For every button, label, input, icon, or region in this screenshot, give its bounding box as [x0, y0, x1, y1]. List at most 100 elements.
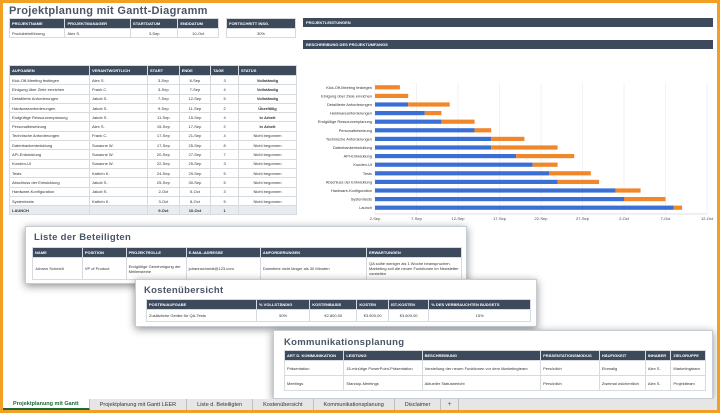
- task-row[interactable]: Systemtests Kathrin K. 3-Oct 8-Oct 5 Nicht be…: [9, 195, 298, 207]
- task-name[interactable]: Abschluss der Entwicklung: [9, 177, 90, 188]
- task-name[interactable]: Hardwareanforderungen: [9, 102, 90, 114]
- comm-mode[interactable]: Persönlich: [540, 360, 600, 376]
- task-owner[interactable]: [89, 205, 148, 216]
- task-name[interactable]: Personalbesetzung: [9, 121, 90, 132]
- task-owner[interactable]: Jakob S.: [89, 177, 148, 188]
- comm-deliverable[interactable]: 15-minütige PowerPoint-Präsentation: [343, 360, 423, 376]
- task-row[interactable]: Tests Kathrin K. 24-Sep 29-Sep 5 Nicht begonn…: [9, 167, 298, 179]
- task-end[interactable]: 15-Sep: [178, 112, 212, 123]
- task-row[interactable]: LAUNCH 9-Oct 10-Oct 1: [9, 205, 298, 216]
- task-days[interactable]: 5: [210, 177, 239, 188]
- task-status[interactable]: Nicht begonnen: [237, 158, 298, 169]
- task-row[interactable]: Hardware-Konfiguration Jakob S. 2-Oct 5-Oct…: [9, 186, 298, 197]
- task-status[interactable]: Vollständig: [237, 93, 298, 104]
- task-owner[interactable]: Jakob S.: [89, 112, 148, 123]
- task-days[interactable]: 3: [210, 74, 239, 86]
- task-start[interactable]: 15-Sep: [147, 121, 180, 132]
- task-status[interactable]: Nicht begonnen: [237, 195, 298, 207]
- task-end[interactable]: 27-Sep: [178, 149, 212, 160]
- task-row[interactable]: Datenbankentwicklung Susanne W. 17-Sep 25-S…: [9, 140, 298, 151]
- task-name[interactable]: Technische Anforderungen: [9, 130, 90, 142]
- task-start[interactable]: 7-Sep: [147, 93, 180, 104]
- comm-row[interactable]: Präsentation 15-minütige PowerPoint-Präse…: [283, 360, 706, 376]
- task-days[interactable]: 4: [210, 130, 239, 142]
- cost-basis[interactable]: €2.800,00: [309, 309, 358, 322]
- comm-audience[interactable]: Marketingteam: [670, 360, 706, 376]
- comm-type[interactable]: Präsentation: [283, 360, 345, 376]
- task-start[interactable]: 3-Sep: [147, 84, 180, 95]
- project-manager-cell[interactable]: Alex S.: [64, 27, 132, 39]
- task-owner[interactable]: Frank C.: [89, 84, 148, 95]
- task-name[interactable]: Endgültige Ressourcenplanung: [9, 112, 90, 123]
- task-end[interactable]: 30-Sep: [178, 177, 212, 188]
- sheet-tab[interactable]: Disclaimer: [395, 399, 442, 410]
- add-sheet-button[interactable]: +: [441, 399, 459, 410]
- sheet-tab[interactable]: Projektplanung mit Gantt LEER: [90, 399, 188, 410]
- task-owner[interactable]: Susanne W.: [89, 158, 148, 169]
- task-owner[interactable]: Susanne W.: [89, 140, 148, 151]
- task-days[interactable]: 5: [210, 167, 239, 179]
- task-owner[interactable]: Jakob S.: [89, 102, 148, 114]
- cost-complete[interactable]: 50%: [255, 309, 311, 322]
- sheet-tab[interactable]: Kostenübersicht: [253, 399, 314, 410]
- task-status[interactable]: Nicht begonnen: [237, 177, 298, 188]
- task-owner[interactable]: Kathrin K.: [89, 167, 148, 179]
- task-days[interactable]: 2: [210, 121, 239, 132]
- task-owner[interactable]: Alex S.: [89, 121, 148, 132]
- task-owner[interactable]: Frank C.: [89, 130, 148, 142]
- task-start[interactable]: 20-Sep: [147, 149, 180, 160]
- project-start-cell[interactable]: 3-Sep: [130, 27, 179, 39]
- cost-budget[interactable]: 15%: [428, 309, 531, 322]
- task-start[interactable]: 3-Sep: [147, 74, 180, 86]
- task-end[interactable]: 25-Sep: [178, 158, 212, 169]
- task-end[interactable]: 12-Sep: [178, 93, 212, 104]
- task-status[interactable]: In Arbeit: [237, 112, 298, 123]
- task-status[interactable]: Nicht begonnen: [237, 186, 298, 197]
- task-status[interactable]: Nicht begonnen: [237, 130, 298, 142]
- participant-position[interactable]: VP of Product: [81, 257, 127, 280]
- task-days[interactable]: 5: [210, 195, 239, 207]
- task-start[interactable]: 3-Oct: [147, 195, 180, 207]
- task-end[interactable]: 10-Oct: [178, 205, 212, 216]
- task-name[interactable]: Einigung über Ziele erreichen: [9, 84, 90, 95]
- task-start[interactable]: 11-Sep: [147, 112, 180, 123]
- task-name[interactable]: Hardware-Konfiguration: [9, 186, 90, 197]
- task-status[interactable]: Vollständig: [237, 74, 298, 86]
- comm-deliverable[interactable]: Standup-Meetings: [343, 375, 423, 391]
- task-name[interactable]: Tests: [9, 167, 90, 179]
- task-days[interactable]: 5: [210, 93, 239, 104]
- task-status[interactable]: Vollständig: [237, 84, 298, 95]
- task-end[interactable]: 29-Sep: [178, 167, 212, 179]
- participant-expectations[interactable]: QA sollte weniger als 1 Woche beanspruch…: [366, 257, 462, 280]
- task-owner[interactable]: Alex S.: [89, 74, 148, 86]
- task-days[interactable]: 3: [210, 186, 239, 197]
- task-status[interactable]: Nicht begonnen: [237, 140, 298, 151]
- task-start[interactable]: 17-Sep: [147, 140, 180, 151]
- task-status[interactable]: In Arbeit: [237, 121, 298, 132]
- task-end[interactable]: 8-Oct: [178, 195, 212, 207]
- comm-frequency[interactable]: Zweimal wöchentlich: [598, 375, 646, 391]
- project-name-cell[interactable]: Produkteinführung: [8, 27, 66, 39]
- task-row[interactable]: API-Entwicklung Susanne W. 20-Sep 27-Sep 7 Ni…: [9, 149, 298, 160]
- task-start[interactable]: 25-Sep: [147, 177, 180, 188]
- comm-owner[interactable]: Alex S.: [644, 360, 672, 376]
- cost-actual[interactable]: €3.600,00: [387, 309, 430, 322]
- project-end-cell[interactable]: 10-Oct: [177, 27, 219, 39]
- comm-row[interactable]: Meetings Standup-Meetings Aktueller Status…: [283, 375, 706, 391]
- task-row[interactable]: Abschluss der Entwicklung Jakob S. 25-Sep 3…: [9, 177, 298, 188]
- communication-card[interactable]: Kommunikationsplanung ART D. KOMMUNIKATI…: [273, 330, 713, 399]
- task-start[interactable]: 17-Sep: [147, 130, 180, 142]
- task-end[interactable]: 5-Oct: [178, 186, 212, 197]
- task-status[interactable]: Überfällig: [237, 102, 298, 114]
- task-days[interactable]: 8: [210, 140, 239, 151]
- participant-role[interactable]: Endgültige Genehmigung der Meilensteine: [125, 257, 187, 280]
- participants-card[interactable]: Liste der Beteiligten NAME POSITION PROJ…: [25, 226, 467, 284]
- task-days[interactable]: 3: [210, 158, 239, 169]
- task-row[interactable]: Detaillierte Anforderungen Jakob S. 7-Sep 1…: [9, 93, 298, 104]
- task-start[interactable]: 9-Oct: [147, 205, 180, 216]
- participant-email[interactable]: johannschmidt@123.com: [185, 257, 261, 280]
- comm-description[interactable]: Aktueller Statusbericht: [421, 375, 542, 391]
- task-owner[interactable]: Jakob S.: [89, 186, 148, 197]
- task-start[interactable]: 9-Sep: [147, 102, 180, 114]
- task-row[interactable]: Kunden-UI Susanne W. 22-Sep 25-Sep 3 Nicht be…: [9, 158, 298, 169]
